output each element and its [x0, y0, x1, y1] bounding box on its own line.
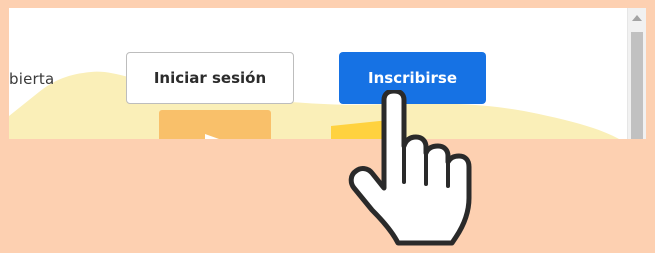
scroll-thumb[interactable] — [631, 32, 643, 139]
hero-background — [9, 71, 619, 139]
orange-card — [159, 110, 271, 139]
browser-viewport: bierta Iniciar sesión Inscribirse — [9, 8, 646, 139]
hero-blob — [9, 71, 619, 139]
signup-button-label: Inscribirse — [368, 69, 457, 87]
scroll-up-icon[interactable] — [632, 15, 642, 21]
vertical-scrollbar[interactable] — [627, 8, 646, 139]
tutorial-stage: bierta Iniciar sesión Inscribirse — [0, 0, 655, 253]
login-button-label: Iniciar sesión — [153, 69, 267, 87]
pointing-hand-cursor-icon — [348, 90, 472, 246]
login-button[interactable]: Iniciar sesión — [126, 52, 294, 104]
partial-nav-link[interactable]: bierta — [9, 70, 54, 88]
